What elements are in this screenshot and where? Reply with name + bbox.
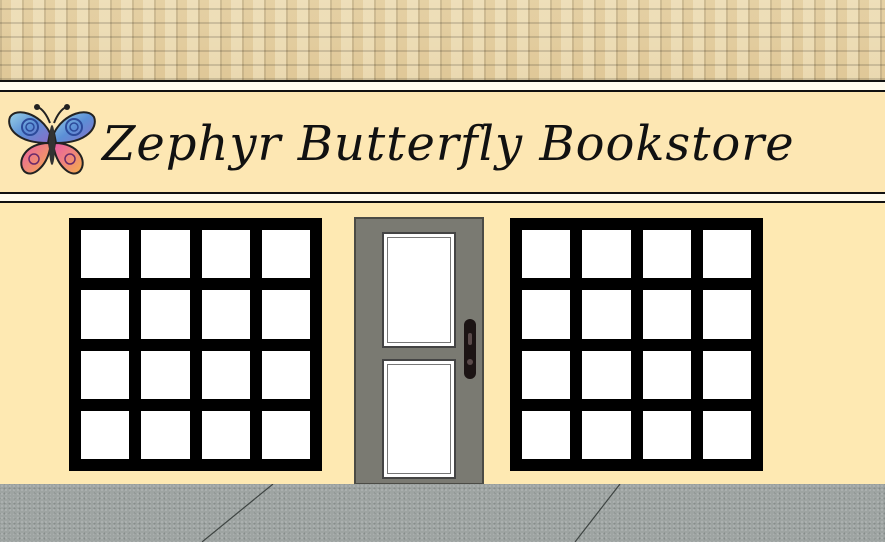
- window-pane: [81, 350, 130, 399]
- window-pane: [261, 290, 310, 339]
- window-pane: [642, 350, 691, 399]
- window-pane: [261, 350, 310, 399]
- window-pane: [201, 410, 250, 459]
- roof-trim: [0, 82, 885, 92]
- window-pane: [141, 350, 190, 399]
- window-pane: [261, 410, 310, 459]
- front-door[interactable]: [354, 217, 484, 485]
- window-pane: [522, 410, 571, 459]
- storefront-scene: Zephyr Butterfly Bookstore: [0, 0, 885, 542]
- window-pane: [702, 350, 751, 399]
- window-pane: [582, 290, 631, 339]
- window-pane: [141, 290, 190, 339]
- window-pane: [702, 290, 751, 339]
- window-pane: [642, 290, 691, 339]
- roof-shingles: [0, 0, 885, 82]
- window-pane: [201, 290, 250, 339]
- window-pane: [642, 410, 691, 459]
- window-pane: [201, 350, 250, 399]
- right-window: [510, 218, 763, 471]
- window-pane: [522, 350, 571, 399]
- window-pane: [141, 230, 190, 279]
- window-pane: [522, 230, 571, 279]
- door-panel-upper: [382, 232, 456, 348]
- window-pane: [582, 350, 631, 399]
- window-pane: [582, 410, 631, 459]
- sign-ledge: [0, 194, 885, 203]
- window-pane: [141, 410, 190, 459]
- window-pane: [81, 410, 130, 459]
- window-pane: [642, 230, 691, 279]
- window-pane: [702, 410, 751, 459]
- window-pane: [81, 290, 130, 339]
- window-pane: [81, 230, 130, 279]
- window-pane: [261, 230, 310, 279]
- butterfly-icon: [8, 104, 96, 175]
- door-handle-icon[interactable]: [464, 319, 476, 379]
- store-name: Zephyr Butterfly Bookstore: [102, 116, 795, 172]
- window-pane: [201, 230, 250, 279]
- window-pane: [522, 290, 571, 339]
- door-panel-lower: [382, 359, 456, 479]
- sidewalk: [0, 484, 885, 542]
- window-pane: [582, 230, 631, 279]
- sidewalk-joints: [201, 484, 621, 542]
- window-pane: [702, 230, 751, 279]
- left-window: [69, 218, 322, 471]
